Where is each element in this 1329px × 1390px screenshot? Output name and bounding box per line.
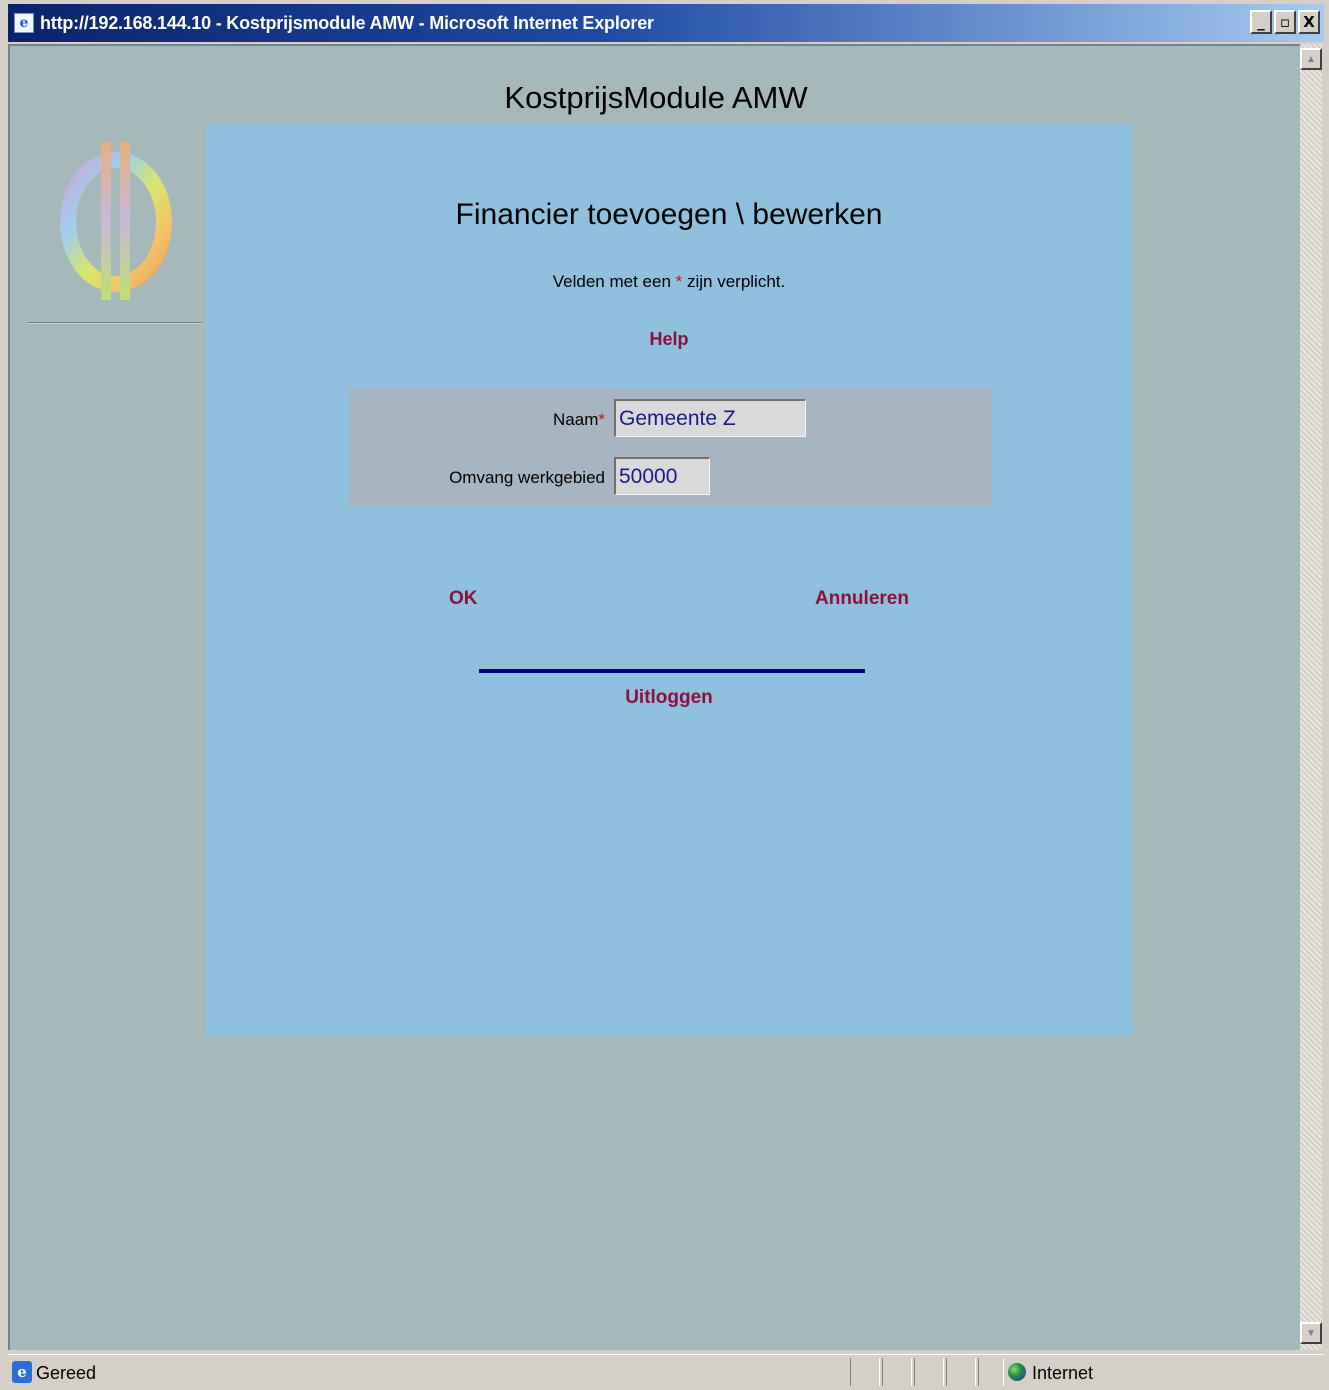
ok-button[interactable]: OK (449, 588, 478, 610)
app-title: KostprijsModule AMW (504, 80, 808, 115)
window-controls: _ ▫ X (1250, 10, 1320, 34)
status-text: Gereed (36, 1363, 97, 1383)
status-cell (946, 1358, 976, 1386)
status-bar: e Gereed Internet (8, 1354, 1324, 1389)
naam-label: Naam* (449, 410, 605, 430)
status-cell (978, 1358, 1004, 1386)
title-bar[interactable]: e http://192.168.144.10 - Kostprijsmodul… (8, 4, 1324, 42)
browser-window: e http://192.168.144.10 - Kostprijsmodul… (0, 0, 1329, 1390)
form-fields-box: Naam* Omvang werkgebied (349, 388, 992, 506)
maximize-button[interactable]: ▫ (1274, 10, 1296, 34)
close-button[interactable]: X (1298, 10, 1320, 34)
omvang-werkgebied-label: Omvang werkgebied (449, 468, 605, 487)
scroll-up-button[interactable]: ▲ (1300, 48, 1322, 70)
logo-icon (60, 142, 172, 300)
help-link[interactable]: Help (206, 329, 1132, 350)
required-note: Velden met een * zijn verplicht. (206, 272, 1132, 292)
required-note-after: zijn verplicht. (682, 272, 786, 291)
form-title: Financier toevoegen \ bewerken (455, 198, 883, 231)
form-panel: Financier toevoegen \ bewerken Velden me… (206, 124, 1132, 1036)
window-title: http://192.168.144.10 - Kostprijsmodule … (40, 12, 654, 33)
naam-label-text: Naam (553, 410, 599, 429)
horizontal-divider (479, 669, 865, 673)
naam-input[interactable] (614, 399, 806, 437)
status-cell (850, 1358, 880, 1386)
globe-icon (1008, 1363, 1026, 1381)
scroll-down-button[interactable]: ▼ (1300, 1322, 1322, 1344)
logout-link[interactable]: Uitloggen (206, 687, 1132, 709)
required-note-before: Velden met een (552, 272, 676, 291)
left-divider (28, 322, 202, 324)
cancel-button[interactable]: Annuleren (815, 588, 909, 610)
status-cell (914, 1358, 944, 1386)
security-zone-text: Internet (1032, 1363, 1094, 1383)
vertical-scrollbar[interactable]: ▲ ▼ (1300, 44, 1322, 1350)
minimize-button[interactable]: _ (1250, 10, 1272, 34)
omvang-werkgebied-input[interactable] (614, 457, 710, 495)
status-cell (882, 1358, 912, 1386)
naam-required-star: * (598, 410, 605, 429)
page-viewport: KostprijsModule AMW Financier toevoegen … (8, 44, 1300, 1350)
ie-icon: e (14, 13, 34, 33)
ie-page-icon: e (12, 1361, 32, 1383)
